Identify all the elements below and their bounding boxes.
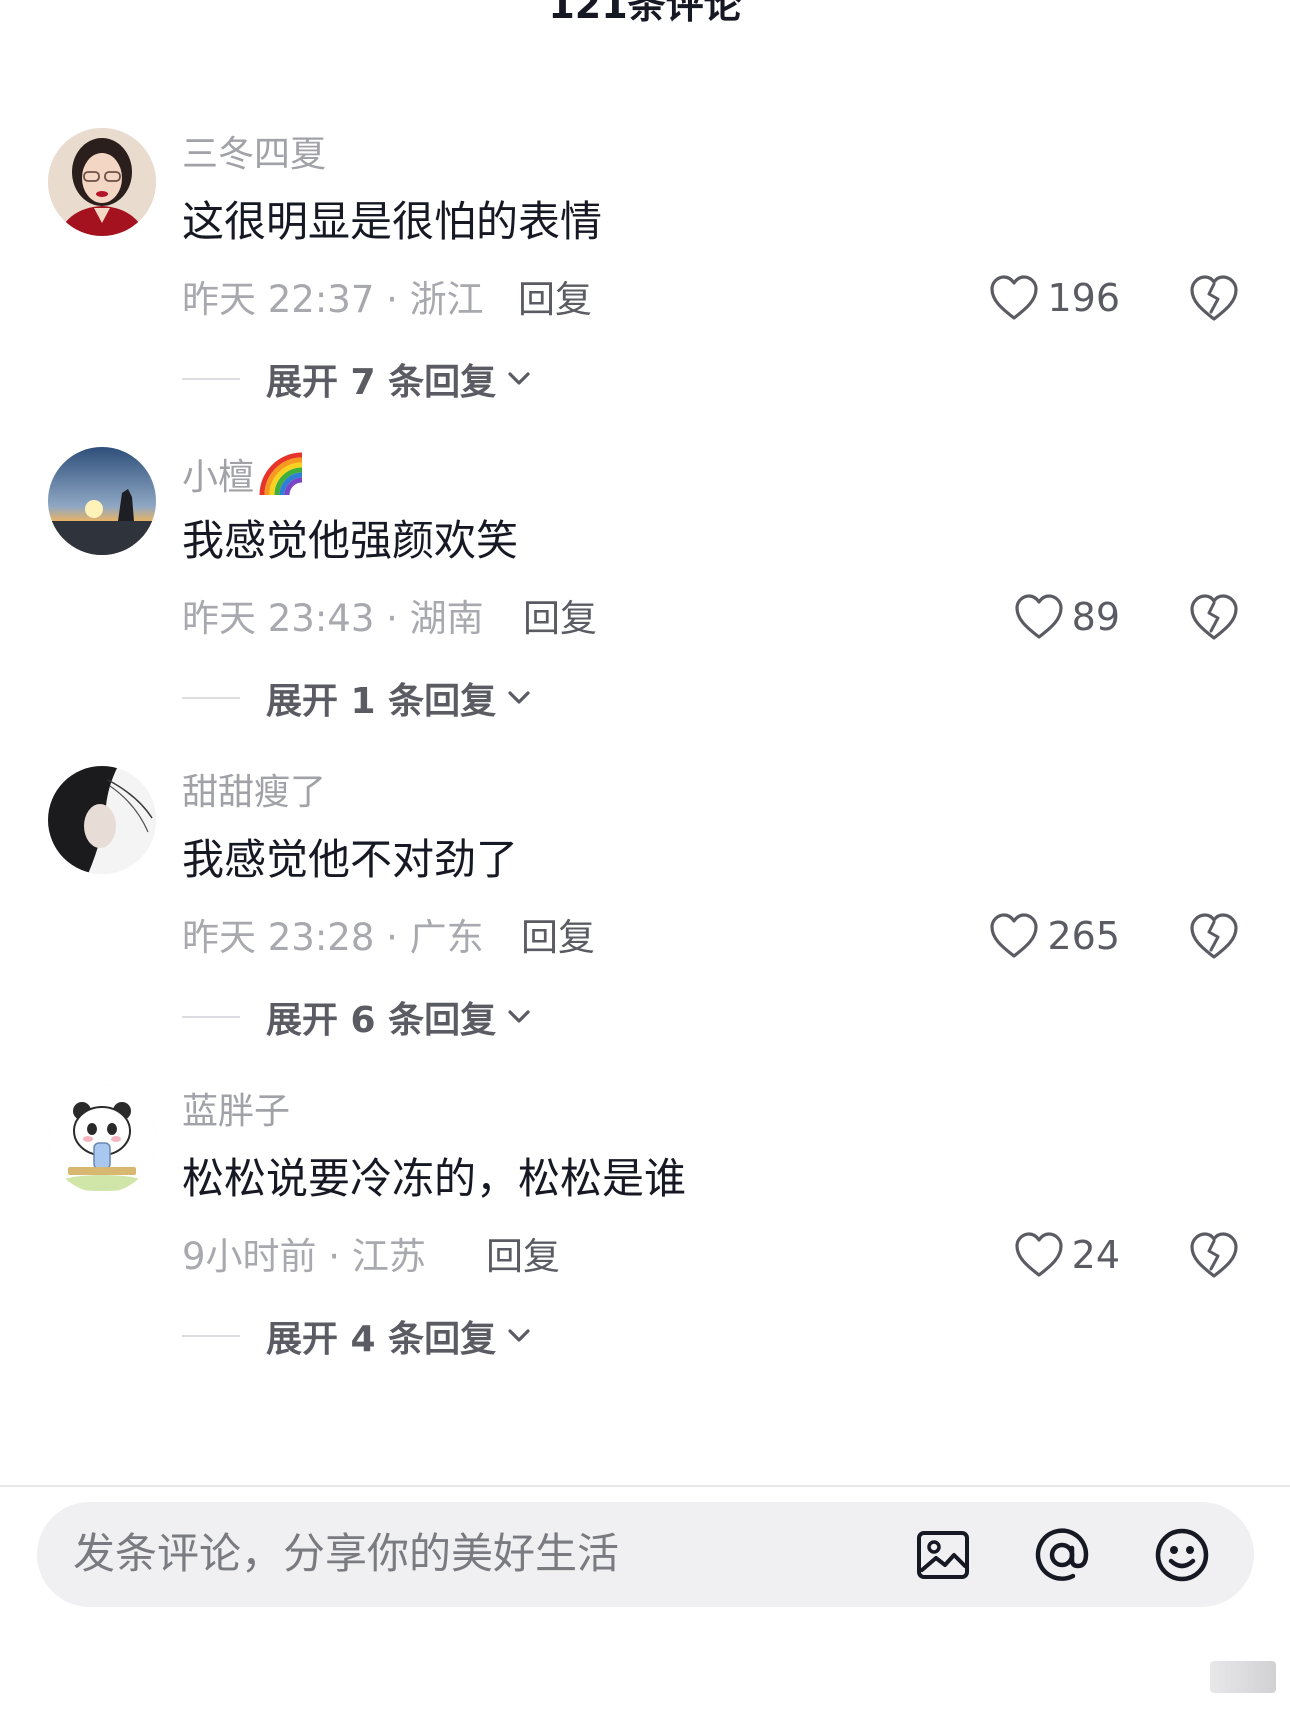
comment-username[interactable]: 甜甜瘦了 xyxy=(182,770,326,816)
expand-divider-line xyxy=(182,378,240,380)
comment-item: 甜甜瘦了 我感觉他不对劲了 昨天 23:28 · 广东 回复 265 展开 6 … xyxy=(0,766,1290,1066)
avatar[interactable] xyxy=(48,447,156,555)
heart-icon xyxy=(1015,594,1063,639)
heart-icon xyxy=(990,913,1039,958)
comment-text: 松松说要冷冻的，松松是谁 xyxy=(182,1154,687,1203)
expand-replies-label: 展开 1 条回复 xyxy=(266,681,497,722)
avatar-panda-cartoon xyxy=(48,1085,156,1193)
avatar[interactable] xyxy=(48,1085,156,1193)
comment-meta: 昨天 23:43 · 湖南 xyxy=(182,597,484,640)
comment-text: 这很明显是很怕的表情 xyxy=(182,197,603,246)
reply-button[interactable]: 回复 xyxy=(486,1233,560,1281)
broken-heart-dislike-icon[interactable] xyxy=(1188,910,1240,962)
expand-replies-label: 展开 7 条回复 xyxy=(266,362,497,403)
avatar-woman-profile xyxy=(48,766,156,874)
at-mention-icon[interactable] xyxy=(1033,1526,1091,1584)
heart-icon xyxy=(990,275,1039,320)
heart-icon xyxy=(1015,1232,1063,1277)
like-button[interactable]: 24 xyxy=(1014,1225,1120,1285)
expand-replies-button[interactable]: 展开 7 条回复 xyxy=(182,354,532,404)
input-divider xyxy=(0,1485,1290,1487)
comment-username[interactable]: 三冬四夏 xyxy=(182,132,326,178)
chevron-down-icon xyxy=(508,1329,530,1342)
chevron-down-icon xyxy=(508,372,530,385)
image-icon[interactable] xyxy=(914,1526,972,1584)
comment-meta: 昨天 22:37 · 浙江 xyxy=(182,278,484,321)
comment-item: 蓝胖子 松松说要冷冻的，松松是谁 9小时前 · 江苏 回复 24 展开 4 条回… xyxy=(0,1085,1290,1385)
comment-meta: 9小时前 · 江苏 xyxy=(182,1235,426,1278)
expand-replies-label: 展开 6 条回复 xyxy=(266,1000,497,1041)
avatar-woman-glasses xyxy=(48,128,156,236)
chevron-down-icon xyxy=(508,691,530,704)
avatar[interactable] xyxy=(48,128,156,236)
expand-replies-button[interactable]: 展开 1 条回复 xyxy=(182,673,532,723)
like-button[interactable]: 196 xyxy=(989,268,1120,328)
reply-button[interactable]: 回复 xyxy=(521,914,595,962)
rainbow-emoji-icon xyxy=(259,452,303,496)
like-count: 24 xyxy=(1071,1233,1120,1277)
comment-item: 三冬四夏 这很明显是很怕的表情 昨天 22:37 · 浙江 回复 196 展开 … xyxy=(0,128,1290,428)
emoji-icon[interactable] xyxy=(1153,1526,1211,1584)
comment-username-text: 小檀 xyxy=(182,457,255,498)
reply-button[interactable]: 回复 xyxy=(518,276,592,324)
like-button[interactable]: 89 xyxy=(1014,587,1120,647)
chevron-down-icon xyxy=(508,1010,530,1023)
like-count: 89 xyxy=(1071,595,1120,639)
comment-input-placeholder: 发条评论，分享你的美好生活 xyxy=(73,1529,620,1578)
expand-divider-line xyxy=(182,697,240,699)
avatar[interactable] xyxy=(48,766,156,874)
expand-replies-label: 展开 4 条回复 xyxy=(266,1319,497,1360)
comment-username[interactable]: 蓝胖子 xyxy=(182,1089,290,1135)
expand-replies-button[interactable]: 展开 6 条回复 xyxy=(182,992,532,1042)
like-count: 265 xyxy=(1047,914,1120,958)
expand-replies-button[interactable]: 展开 4 条回复 xyxy=(182,1311,532,1361)
comments-count-title: 121条评论 xyxy=(548,0,742,27)
comment-text: 我感觉他强颜欢笑 xyxy=(182,516,519,565)
comment-input-field[interactable]: 发条评论，分享你的美好生活 xyxy=(37,1502,1254,1607)
expand-divider-line xyxy=(182,1335,240,1337)
like-button[interactable]: 265 xyxy=(989,906,1120,966)
broken-heart-dislike-icon[interactable] xyxy=(1188,272,1240,324)
comment-item: 小檀 我感觉他强颜欢笑 昨天 23:43 · 湖南 回复 89 展开 1 条回复 xyxy=(0,447,1290,747)
reply-button[interactable]: 回复 xyxy=(523,595,597,643)
comment-username[interactable]: 小檀 xyxy=(182,451,306,501)
broken-heart-dislike-icon[interactable] xyxy=(1188,591,1240,643)
expand-divider-line xyxy=(182,1016,240,1018)
comment-meta: 昨天 23:28 · 广东 xyxy=(182,916,484,959)
comment-text: 我感觉他不对劲了 xyxy=(182,835,519,884)
watermark xyxy=(1210,1661,1276,1693)
avatar-sunset-scene xyxy=(48,447,156,555)
like-count: 196 xyxy=(1047,276,1120,320)
broken-heart-dislike-icon[interactable] xyxy=(1188,1229,1240,1281)
